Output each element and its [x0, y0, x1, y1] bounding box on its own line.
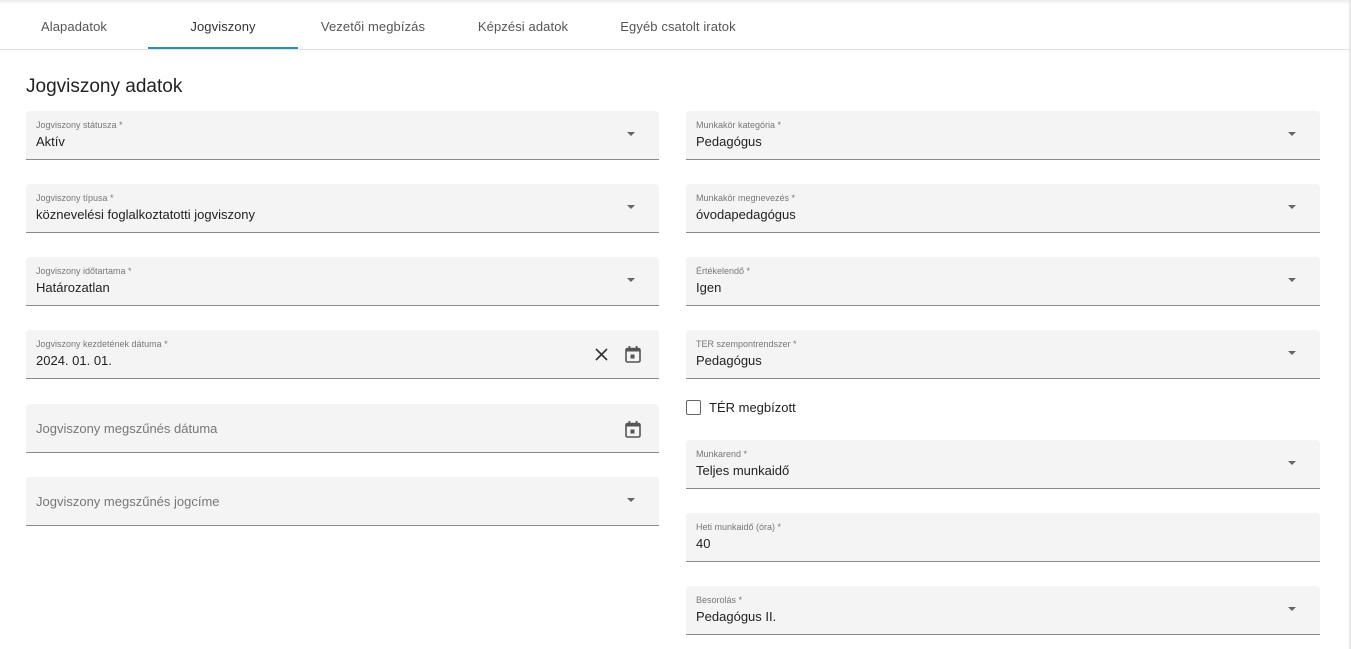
field-value: köznevelési foglalkoztatotti jogviszony — [36, 207, 255, 222]
ter-megbizott-checkbox-row[interactable]: TÉR megbízott — [686, 399, 796, 415]
field-value: Határozatlan — [36, 280, 110, 295]
close-icon[interactable] — [595, 348, 608, 361]
jogviszony-statusza-select[interactable]: Jogviszony státusza * Aktív — [26, 111, 659, 160]
jogviszony-tipusa-select[interactable]: Jogviszony típusa * köznevelési foglalko… — [26, 184, 659, 233]
tab-kepzesi-adatok[interactable]: Képzési adatok — [448, 4, 598, 49]
jogviszony-megszunes-datepicker[interactable]: Jogviszony megszűnés dátuma — [26, 404, 659, 453]
field-value: 40 — [696, 536, 711, 551]
heti-munkaido-input[interactable]: Heti munkaidő (óra) * 40 — [686, 513, 1320, 562]
field-label: Munkakör kategória * — [696, 120, 782, 130]
chevron-down-icon — [627, 132, 635, 136]
chevron-down-icon — [1288, 607, 1296, 611]
jogviszony-megszunes-jogcime-select[interactable]: Jogviszony megszűnés jogcíme — [26, 477, 659, 526]
tab-egyeb-csatolt-iratok[interactable]: Egyéb csatolt iratok — [598, 4, 758, 49]
field-value: Aktív — [36, 134, 65, 149]
jogviszony-kezdete-datepicker[interactable]: Jogviszony kezdetének dátuma * 2024. 01.… — [26, 330, 659, 379]
field-label: Jogviszony státusza * — [36, 120, 123, 130]
tab-alapadatok[interactable]: Alapadatok — [0, 4, 148, 49]
chevron-down-icon — [627, 498, 635, 502]
field-label: Besorolás * — [696, 595, 743, 605]
active-tab-indicator — [148, 47, 298, 49]
munkakor-kategoria-select[interactable]: Munkakör kategória * Pedagógus — [686, 111, 1320, 160]
calendar-icon[interactable] — [625, 421, 641, 438]
tab-bar: Alapadatok Jogviszony Vezetői megbízás K… — [0, 4, 1349, 50]
jogviszony-idotartama-select[interactable]: Jogviszony időtartama * Határozatlan — [26, 257, 659, 306]
ter-megbizott-checkbox[interactable] — [686, 399, 701, 415]
field-label: Munkakör megnevezés * — [696, 193, 796, 203]
field-label: Jogviszony kezdetének dátuma * — [36, 339, 168, 349]
field-label: Munkarend * — [696, 449, 748, 459]
tab-vezetoi-megbizas[interactable]: Vezetői megbízás — [298, 4, 448, 49]
section-title: Jogviszony adatok — [26, 76, 183, 97]
page: Alapadatok Jogviszony Vezetői megbízás K… — [0, 0, 1351, 649]
calendar-icon[interactable] — [625, 346, 641, 363]
field-value: Pedagógus — [696, 353, 762, 368]
field-value: Igen — [696, 280, 722, 295]
checkbox-label: TÉR megbízott — [709, 399, 796, 415]
field-value: 2024. 01. 01. — [36, 353, 112, 368]
chevron-down-icon — [1288, 351, 1296, 355]
chevron-down-icon — [1288, 278, 1296, 282]
field-label: Jogviszony típusa * — [36, 193, 114, 203]
field-placeholder: Jogviszony megszűnés dátuma — [36, 421, 218, 436]
chevron-down-icon — [627, 278, 635, 282]
chevron-down-icon — [1288, 132, 1296, 136]
tab-jogviszony[interactable]: Jogviszony — [148, 4, 298, 49]
munkakor-megnevezes-select[interactable]: Munkakör megnevezés * óvodapedagógus — [686, 184, 1320, 233]
chevron-down-icon — [627, 205, 635, 209]
field-value: Pedagógus II. — [696, 609, 777, 624]
field-label: Értékelendő * — [696, 266, 751, 276]
field-placeholder: Jogviszony megszűnés jogcíme — [36, 494, 220, 509]
ter-szempontrendszer-select[interactable]: TER szempontrendszer * Pedagógus — [686, 330, 1320, 379]
field-value: Teljes munkaidő — [696, 463, 790, 478]
field-label: Heti munkaidő (óra) * — [696, 522, 782, 532]
field-label: TER szempontrendszer * — [696, 339, 797, 349]
ertekelendo-select[interactable]: Értékelendő * Igen — [686, 257, 1320, 306]
chevron-down-icon — [1288, 461, 1296, 465]
field-label: Jogviszony időtartama * — [36, 266, 132, 276]
field-value: Pedagógus — [696, 134, 762, 149]
field-value: óvodapedagógus — [696, 207, 796, 222]
munkarend-select[interactable]: Munkarend * Teljes munkaidő — [686, 440, 1320, 489]
chevron-down-icon — [1288, 205, 1296, 209]
besorolas-select[interactable]: Besorolás * Pedagógus II. — [686, 586, 1320, 635]
